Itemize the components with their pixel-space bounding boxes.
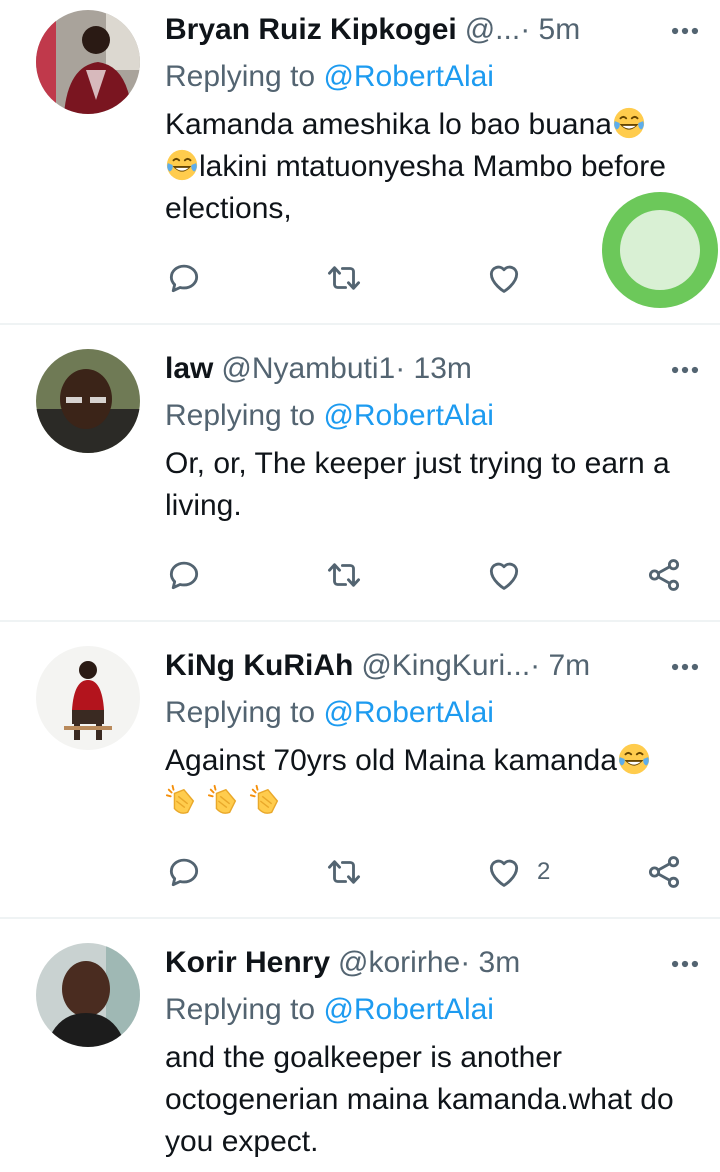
tweet-header: law @Nyambuti1 · 13m: [165, 349, 472, 389]
tweet-header: KiNg KuRiAh @KingKuri... · 7m: [165, 646, 590, 686]
user-handle[interactable]: @korirhe: [338, 946, 460, 980]
user-handle[interactable]: @Nyambuti1: [221, 352, 395, 386]
heart-icon: [485, 259, 523, 297]
like-button[interactable]: 2: [485, 852, 550, 892]
touch-indicator: [602, 192, 718, 308]
retweet-button[interactable]: [325, 555, 363, 595]
more-options-button[interactable]: [668, 353, 702, 387]
tweet-2[interactable]: law @Nyambuti1 · 13m Replying to @Robert…: [0, 325, 720, 621]
tweet-header: Bryan Ruiz Kipkogei @... · 5m: [165, 10, 580, 50]
replying-to: Replying to @RobertAlai: [165, 60, 494, 94]
more-icon: [668, 353, 702, 387]
replying-to-label: Replying to: [165, 993, 324, 1026]
more-options-button[interactable]: [668, 650, 702, 684]
tweet-4[interactable]: Korir Henry @korirhe · 3m Replying to @R…: [0, 919, 720, 1172]
timestamp[interactable]: · 13m: [395, 352, 472, 386]
avatar-photo: [36, 349, 140, 453]
avatar-photo: [36, 943, 140, 1047]
like-count: 2: [537, 858, 551, 885]
display-name[interactable]: law: [165, 352, 213, 386]
replying-to: Replying to @RobertAlai: [165, 399, 494, 433]
mention-link[interactable]: @RobertAlai: [323, 60, 494, 93]
tweet-text: Against 70yrs old Maina kamanda: [165, 740, 695, 824]
reply-icon: [165, 259, 203, 297]
reply-icon: [165, 556, 203, 594]
reply-icon: [165, 853, 203, 891]
mention-link[interactable]: @RobertAlai: [323, 696, 494, 729]
user-handle[interactable]: @KingKuri...: [361, 649, 530, 683]
tweet-text-line: Against 70yrs old Maina kamanda: [165, 744, 617, 777]
avatar[interactable]: [36, 10, 140, 114]
retweet-button[interactable]: [325, 852, 363, 892]
display-name[interactable]: Korir Henry: [165, 946, 330, 980]
share-icon: [645, 853, 683, 891]
heart-icon: [485, 556, 523, 594]
mention-link[interactable]: @RobertAlai: [323, 399, 494, 432]
mention-link[interactable]: @RobertAlai: [323, 993, 494, 1026]
tears-of-joy-emoji: [617, 742, 651, 776]
tweet-text: Or, or, The keeper just trying to earn a…: [165, 447, 670, 522]
tweet-actions: 2: [165, 852, 700, 892]
user-handle[interactable]: @...: [465, 13, 520, 47]
avatar[interactable]: [36, 349, 140, 453]
like-button[interactable]: [485, 555, 537, 595]
heart-icon: [485, 853, 523, 891]
reply-button[interactable]: [165, 852, 203, 892]
reply-button[interactable]: [165, 555, 203, 595]
retweet-icon: [325, 853, 363, 891]
more-options-button[interactable]: [668, 14, 702, 48]
replying-to-label: Replying to: [165, 696, 324, 729]
tweet-text-part-1: Kamanda ameshika lo bao buana: [165, 108, 612, 141]
share-button[interactable]: [645, 852, 683, 892]
share-button[interactable]: [645, 555, 683, 595]
tears-of-joy-emoji: [612, 106, 646, 140]
more-icon: [668, 650, 702, 684]
more-icon: [668, 947, 702, 981]
replying-to: Replying to @RobertAlai: [165, 993, 494, 1027]
display-name[interactable]: Bryan Ruiz Kipkogei: [165, 13, 457, 47]
more-icon: [668, 14, 702, 48]
tweet-3[interactable]: KiNg KuRiAh @KingKuri... · 7m Replying t…: [0, 622, 720, 918]
replying-to: Replying to @RobertAlai: [165, 696, 494, 730]
avatar[interactable]: [36, 943, 140, 1047]
clapping-hands-emoji: [207, 784, 241, 818]
retweet-button[interactable]: [325, 258, 363, 298]
touch-indicator-center: [620, 210, 700, 290]
timestamp[interactable]: · 7m: [530, 649, 590, 683]
avatar-photo: [36, 10, 140, 114]
clapping-hands-emoji: [165, 784, 199, 818]
avatar[interactable]: [36, 646, 140, 750]
reply-button[interactable]: [165, 258, 203, 298]
display-name[interactable]: KiNg KuRiAh: [165, 649, 353, 683]
share-icon: [645, 556, 683, 594]
retweet-icon: [325, 259, 363, 297]
timestamp[interactable]: · 3m: [460, 946, 520, 980]
avatar-photo: [36, 646, 140, 750]
clapping-hands-emoji: [249, 784, 283, 818]
tears-of-joy-emoji: [165, 148, 199, 182]
replying-to-label: Replying to: [165, 399, 324, 432]
tweet-actions: [165, 555, 700, 595]
more-options-button[interactable]: [668, 947, 702, 981]
replying-to-label: Replying to: [165, 60, 324, 93]
timestamp[interactable]: · 5m: [520, 13, 580, 47]
tweet-text: and the goalkeeper is another octogeneri…: [165, 1041, 674, 1158]
retweet-icon: [325, 556, 363, 594]
tweet-header: Korir Henry @korirhe · 3m: [165, 943, 520, 983]
like-button[interactable]: [485, 258, 537, 298]
tweet-text-part-2: lakini mtatuonyesha Mambo before electio…: [165, 150, 666, 225]
